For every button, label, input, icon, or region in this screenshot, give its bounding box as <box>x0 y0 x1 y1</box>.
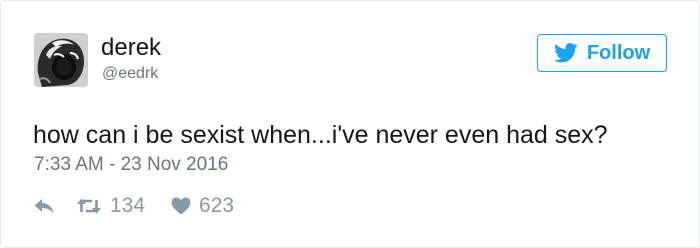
heart-icon <box>171 197 191 215</box>
like-count: 623 <box>199 194 235 217</box>
follow-button[interactable]: Follow <box>537 34 667 72</box>
reply-button[interactable] <box>34 198 54 214</box>
follow-button-label: Follow <box>586 42 651 64</box>
user-handle[interactable]: @eedrk <box>102 64 158 84</box>
retweet-button[interactable]: 134 <box>76 194 145 218</box>
retweet-icon <box>77 198 101 214</box>
screaming-face-avatar-icon <box>34 33 88 87</box>
retweet-count: 134 <box>110 194 146 217</box>
tweet-timestamp[interactable]: 7:33 AM - 23 Nov 2016 <box>34 154 228 176</box>
twitter-bird-icon <box>553 43 578 63</box>
tweet-card: derek @eedrk Follow how can i be sexist … <box>0 0 700 248</box>
avatar[interactable] <box>34 33 88 87</box>
display-name[interactable]: derek <box>101 34 161 62</box>
tweet-actions: 134 623 <box>34 193 234 219</box>
reply-icon <box>34 199 54 214</box>
tweet-text: how can i be sexist when...i've never ev… <box>33 121 608 149</box>
like-button[interactable]: 623 <box>171 194 234 218</box>
